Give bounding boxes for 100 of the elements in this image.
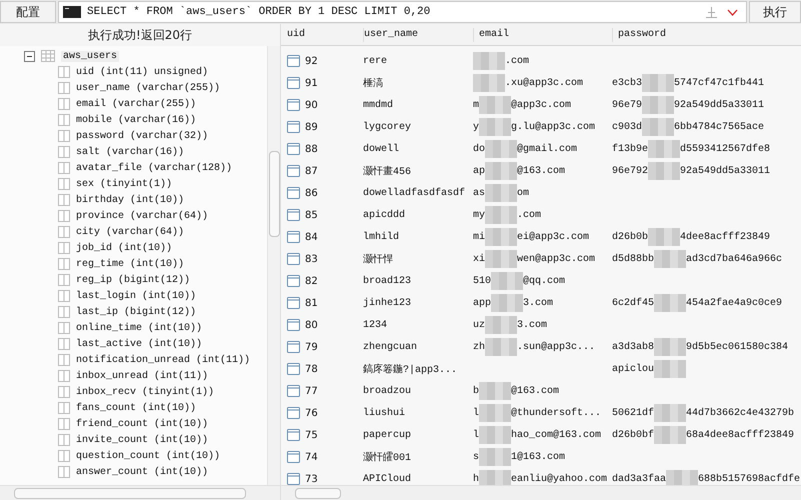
table-cell: @thundersoft...	[511, 408, 602, 418]
table-cell: 88	[305, 144, 318, 154]
row-icon	[287, 143, 300, 155]
tree-item[interactable]: email (varchar(255))	[76, 98, 196, 110]
collapse-icon[interactable]	[24, 50, 35, 62]
tree-item[interactable]: last_ip (bigint(12))	[76, 306, 196, 318]
table-cell: 79	[305, 342, 318, 352]
table-cell: 81	[305, 298, 318, 308]
tree-item[interactable]: province (varchar(64))	[76, 210, 208, 222]
scrollbar[interactable]	[281, 485, 801, 500]
status-message: 执行成功!返回20行	[86, 27, 194, 44]
scrollbar[interactable]	[267, 46, 280, 485]
column-icon	[58, 466, 70, 478]
column-icon	[58, 114, 70, 126]
table-cell: app	[473, 298, 492, 308]
tree-item[interactable]: last_active (int(10))	[76, 338, 202, 350]
tree-item[interactable]: password (varchar(32))	[76, 130, 208, 142]
tree-item[interactable]: avatar_file (varchar(128))	[76, 162, 232, 174]
tree-item[interactable]: salt (varchar(16))	[76, 146, 184, 158]
tree-item[interactable]: aws_users	[61, 50, 120, 62]
tree-item[interactable]: reg_time (int(10))	[76, 258, 184, 270]
column-icon	[58, 162, 70, 174]
row-icon	[287, 275, 300, 287]
column-icon	[58, 226, 70, 238]
table-cell: mmdmd	[363, 100, 394, 110]
table-cell: do	[473, 144, 486, 154]
redaction-mosaic	[654, 360, 686, 378]
config-button[interactable]: 配置	[0, 1, 56, 23]
column-icon	[58, 242, 70, 254]
table-cell: 1@163.com	[511, 452, 566, 462]
redaction-mosaic	[479, 448, 512, 466]
tree-item[interactable]: invite_count (int(10))	[76, 434, 208, 446]
table-cell: ei@app3c.com	[517, 232, 590, 242]
redaction-mosaic	[479, 404, 512, 422]
redaction-mosaic	[642, 96, 674, 114]
table-cell-text: 棰滈	[363, 76, 383, 90]
table-cell: APICloud	[363, 474, 412, 484]
table-cell: d26b0bf	[612, 430, 654, 440]
table-cell: om	[517, 188, 530, 198]
table-cell: .com	[505, 56, 530, 66]
table-cell: 89	[305, 122, 318, 132]
table-cell: 92a549dd5a33011	[674, 100, 764, 110]
redaction-mosaic	[473, 52, 505, 70]
table-cell: apicddd	[363, 210, 406, 220]
column-icon	[58, 354, 70, 366]
redaction-mosaic	[485, 206, 518, 224]
column-icon	[58, 98, 70, 110]
query-field[interactable]: SELECT * FROM `aws_users` ORDER BY 1 DESC LIMIT 0,20	[58, 1, 747, 23]
column-icon	[58, 386, 70, 398]
tree-item[interactable]: job_id (int(10))	[76, 242, 172, 254]
tree-item[interactable]: question_count (int(10))	[76, 450, 220, 462]
table-cell: 6bb4784c7565ace	[674, 122, 764, 132]
tree-item[interactable]: online_time (int(10))	[76, 322, 202, 334]
table-cell: 85	[305, 210, 318, 220]
tree-item[interactable]: last_login (int(10))	[76, 290, 196, 302]
column-header[interactable]: email	[473, 28, 612, 42]
redaction-mosaic	[479, 382, 512, 400]
column-icon	[58, 322, 70, 334]
tree-item[interactable]: mobile (varchar(16))	[76, 114, 196, 126]
tree-item[interactable]: reg_ip (bigint(12))	[76, 274, 190, 286]
tree-item[interactable]: uid (int(11) unsigned)	[76, 66, 208, 78]
redaction-mosaic	[648, 162, 680, 180]
tree-item[interactable]: friend_count (int(10))	[76, 418, 208, 430]
table-cell: dad3a3faa	[612, 474, 666, 484]
table-cell: dowelladfasdfasdf	[363, 188, 466, 198]
column-icon	[58, 434, 70, 446]
row-icon	[287, 231, 300, 243]
tree-item[interactable]: inbox_recv (tinyint(1))	[76, 386, 214, 398]
redaction-mosaic	[479, 470, 512, 485]
tree-item[interactable]: user_name (varchar(255))	[76, 82, 220, 94]
redaction-mosaic	[654, 426, 686, 444]
column-icon	[58, 258, 70, 270]
column-icon	[58, 274, 70, 286]
column-header[interactable]: uid	[281, 28, 363, 42]
table-cell: liushui	[363, 408, 406, 418]
row-icon	[287, 55, 300, 67]
tree-item[interactable]: sex (tinyint(1))	[76, 178, 172, 190]
column-header[interactable]: password	[612, 28, 801, 42]
tree-item[interactable]: fans_count (int(10))	[76, 402, 196, 414]
column-icon	[58, 306, 70, 318]
tree-item[interactable]: birthday (int(10))	[76, 194, 184, 206]
tree-item[interactable]: notification_unread (int(11))	[76, 354, 250, 366]
table-cell: dowell	[363, 144, 400, 154]
tree-item[interactable]: answer_count (int(10))	[76, 466, 208, 478]
column-icon	[58, 66, 70, 78]
tree-item[interactable]: inbox_unread (int(11))	[76, 370, 208, 382]
column-icon	[58, 210, 70, 222]
redaction-mosaic	[648, 140, 680, 158]
table-cell: 76	[305, 408, 318, 418]
table-cell: jinhe123	[363, 298, 412, 308]
tree-item[interactable]: city (varchar(64))	[76, 226, 184, 238]
row-icon	[287, 473, 300, 485]
redaction-mosaic	[473, 74, 505, 92]
scrollbar[interactable]	[0, 485, 280, 500]
table-cell: zh	[473, 342, 486, 352]
table-cell: ad3cd7ba646a966c	[686, 254, 782, 264]
run-button[interactable]: 执行	[749, 1, 801, 23]
column-header[interactable]: user_name	[363, 28, 473, 42]
table-cell: 82	[305, 276, 318, 286]
table-cell: 68a4dee8acfff23849	[686, 430, 794, 440]
